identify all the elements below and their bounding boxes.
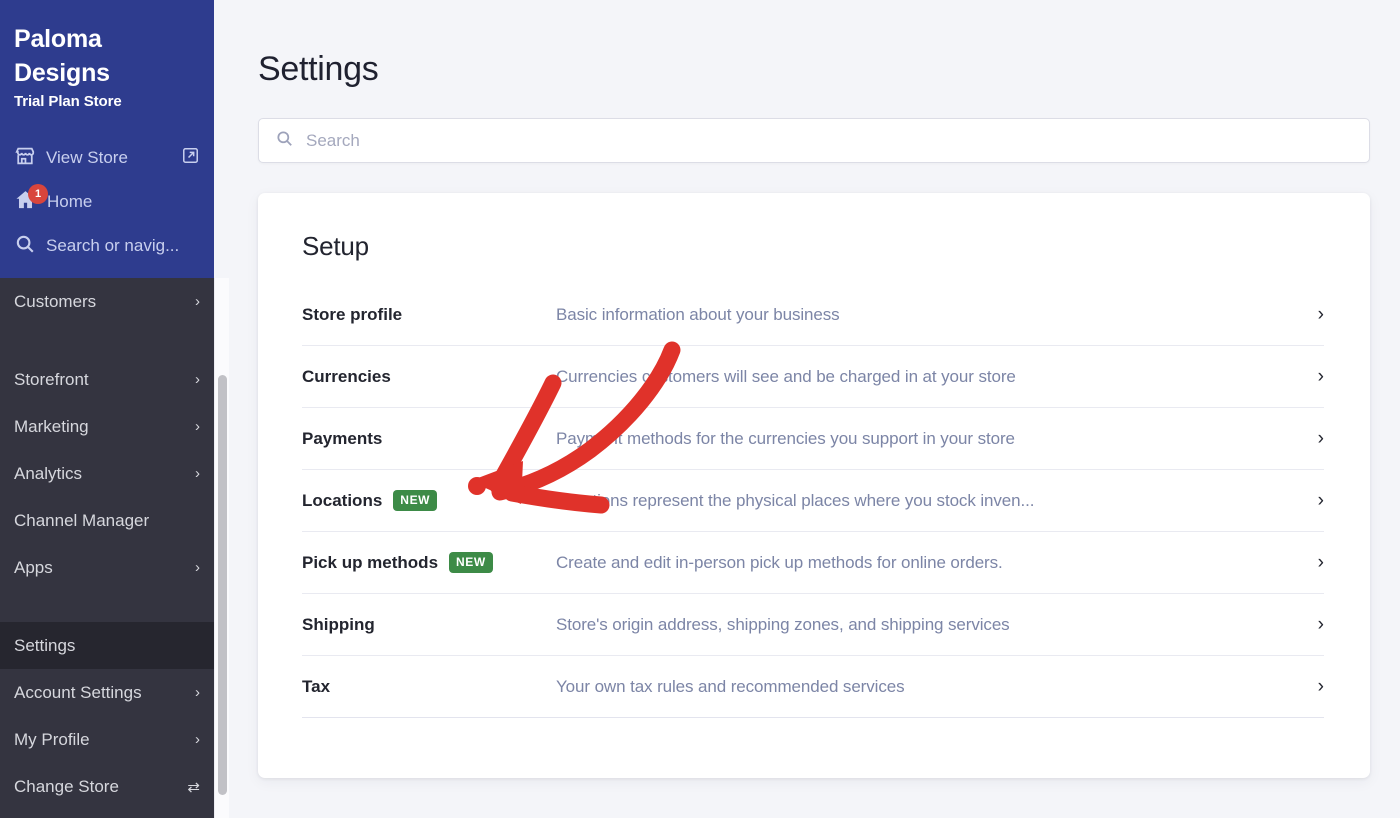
chevron-right-icon: › (195, 465, 200, 482)
sidebar-scrollbar-thumb[interactable] (218, 375, 227, 795)
row-description: Currencies customers will see and be cha… (556, 366, 1016, 386)
storefront-icon (14, 145, 36, 172)
store-plan-label: Trial Plan Store (14, 93, 122, 110)
sidebar-item-label: My Profile (14, 729, 90, 749)
row-label-text: Tax (302, 676, 331, 696)
sidebar-item-account-settings[interactable]: Account Settings › (0, 669, 214, 716)
sidebar: Paloma Designs Trial Plan Store View Sto… (0, 0, 214, 818)
row-description: Store's origin address, shipping zones, … (556, 614, 1010, 634)
sidebar-item-analytics[interactable]: Analytics › (0, 450, 214, 497)
sidebar-item-label: Analytics (14, 463, 83, 483)
sidebar-item-label: Channel Manager (14, 510, 150, 530)
app-root: Paloma Designs Trial Plan Store View Sto… (0, 0, 1400, 818)
row-label-text: Currencies (302, 366, 391, 386)
row-label: Tax (302, 677, 556, 697)
settings-row-locations[interactable]: Locations NEW Locations represent the ph… (302, 470, 1324, 532)
sidebar-item-view-store[interactable]: View Store (0, 136, 214, 180)
row-description: Create and edit in-person pick up method… (556, 552, 1003, 572)
chevron-right-icon: › (195, 684, 200, 701)
row-description: Your own tax rules and recommended servi… (556, 676, 905, 696)
settings-row-shipping[interactable]: Shipping Store's origin address, shippin… (302, 594, 1324, 656)
sidebar-item-home[interactable]: 1 Home (0, 180, 214, 224)
setup-card: Setup Store profile Basic information ab… (258, 193, 1370, 778)
sidebar-item-label: Settings (14, 635, 76, 655)
chevron-right-icon: › (195, 293, 200, 310)
row-label-text: Locations (302, 490, 383, 510)
chevron-right-icon: › (1317, 365, 1324, 387)
chevron-right-icon: › (195, 418, 200, 435)
chevron-right-icon: › (1317, 427, 1324, 449)
chevron-right-icon: › (195, 371, 200, 388)
main-content: Settings Setup Store profile Basic infor… (214, 0, 1400, 818)
sidebar-divider (0, 591, 214, 622)
sidebar-item-change-store[interactable]: Change Store ⇄ (0, 763, 214, 810)
sidebar-header: Paloma Designs Trial Plan Store View Sto… (0, 0, 214, 278)
sidebar-item-label: Search or navig... (46, 236, 180, 255)
sidebar-divider (0, 325, 214, 356)
chevron-right-icon: › (195, 731, 200, 748)
setup-heading: Setup (302, 231, 369, 261)
status-badge-new: NEW (393, 490, 438, 511)
row-label-text: Pick up methods (302, 552, 439, 572)
sidebar-nav: Customers › Storefront › Marketing › Ana… (0, 278, 214, 810)
sidebar-item-label: Account Settings (14, 682, 142, 702)
row-label: Shipping (302, 615, 556, 635)
row-label: Pick up methods NEW (302, 552, 556, 573)
sidebar-item-storefront[interactable]: Storefront › (0, 356, 214, 403)
search-bar[interactable] (258, 118, 1370, 163)
store-name: Paloma Designs (14, 25, 110, 87)
row-label-text: Payments (302, 428, 383, 448)
row-label: Currencies (302, 367, 556, 387)
row-description: Payment methods for the currencies you s… (556, 428, 1015, 448)
sidebar-item-settings[interactable]: Settings (0, 622, 214, 669)
sidebar-item-customers[interactable]: Customers › (0, 278, 214, 325)
row-description: Basic information about your business (556, 304, 840, 324)
row-label: Locations NEW (302, 490, 556, 511)
chevron-right-icon: › (1317, 613, 1324, 635)
sidebar-item-marketing[interactable]: Marketing › (0, 403, 214, 450)
row-label: Store profile (302, 305, 556, 325)
sidebar-item-label: Storefront (14, 369, 89, 389)
chevron-right-icon: › (1317, 489, 1324, 511)
chevron-right-icon: › (1317, 303, 1324, 325)
sidebar-item-label: Apps (14, 557, 53, 577)
chevron-right-icon: › (1317, 551, 1324, 573)
sidebar-item-label: Home (47, 192, 93, 211)
chevron-right-icon: › (1317, 675, 1324, 697)
status-badge-new: NEW (449, 552, 493, 573)
sidebar-item-my-profile[interactable]: My Profile › (0, 716, 214, 763)
page-title: Settings (258, 50, 379, 88)
sidebar-item-label: Marketing (14, 416, 89, 436)
search-icon (14, 233, 36, 260)
sidebar-item-label: Change Store (14, 776, 119, 796)
row-label: Payments (302, 429, 556, 449)
row-description: Locations represent the physical places … (556, 490, 1035, 510)
settings-row-store-profile[interactable]: Store profile Basic information about yo… (302, 284, 1324, 346)
settings-list: Store profile Basic information about yo… (302, 284, 1324, 718)
sidebar-item-channel-manager[interactable]: Channel Manager (0, 497, 214, 544)
home-notification-badge: 1 (28, 184, 48, 204)
sidebar-item-apps[interactable]: Apps › (0, 544, 214, 591)
settings-row-tax[interactable]: Tax Your own tax rules and recommended s… (302, 656, 1324, 718)
row-label-text: Shipping (302, 614, 375, 634)
settings-row-pick-up-methods[interactable]: Pick up methods NEW Create and edit in-p… (302, 532, 1324, 594)
sidebar-item-label: View Store (46, 148, 128, 167)
sidebar-item-search[interactable]: Search or navig... (0, 224, 214, 268)
row-label-text: Store profile (302, 304, 403, 324)
chevron-right-icon: › (195, 559, 200, 576)
settings-row-payments[interactable]: Payments Payment methods for the currenc… (302, 408, 1324, 470)
swap-arrows-icon: ⇄ (187, 778, 200, 796)
settings-row-currencies[interactable]: Currencies Currencies customers will see… (302, 346, 1324, 408)
sidebar-scrollbar[interactable] (214, 278, 229, 818)
search-input[interactable] (306, 130, 1353, 151)
sidebar-item-label: Customers (14, 291, 97, 311)
search-icon (275, 129, 294, 153)
external-link-icon[interactable] (181, 146, 200, 170)
